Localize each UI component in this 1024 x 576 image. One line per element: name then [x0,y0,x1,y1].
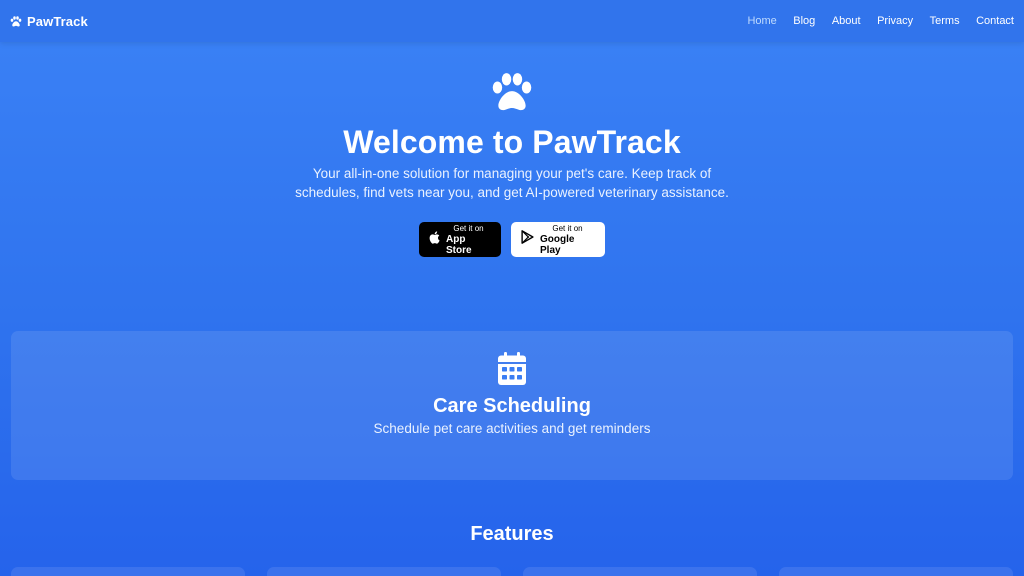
nav-link-privacy[interactable]: Privacy [877,15,913,27]
play-store-icon [521,230,534,249]
nav-link-contact[interactable]: Contact [976,15,1014,27]
calendar-icon [498,352,526,385]
app-store-text: Get it on App Store [446,223,491,256]
brand-logo[interactable]: PawTrack [10,14,88,29]
feature-card [11,567,245,576]
nav-link-terms[interactable]: Terms [930,15,960,27]
paw-icon [10,15,22,27]
nav-link-home[interactable]: Home [747,15,776,27]
feature-card [267,567,501,576]
brand-name: PawTrack [27,13,88,29]
google-play-button[interactable]: Get it on Google Play [511,222,605,257]
feature-description: Schedule pet care activities and get rem… [373,421,651,436]
feature-card [523,567,757,576]
nav-link-about[interactable]: About [832,15,861,27]
nav-links: Home Blog About Privacy Terms Contact [731,15,1014,27]
features-cards-row [11,567,1013,576]
feature-card [779,567,1013,576]
hero-title: Welcome to PawTrack [343,124,681,160]
top-navbar: PawTrack Home Blog About Privacy Terms C… [0,0,1024,42]
feature-card-care-scheduling: Care Scheduling Schedule pet care activi… [11,331,1013,480]
feature-title: Care Scheduling [433,395,591,417]
nav-link-blog[interactable]: Blog [793,15,815,27]
store-buttons: Get it on App Store Get it on Google Pla… [419,222,605,257]
paw-icon [490,72,534,112]
google-play-text: Get it on Google Play [540,223,595,256]
features-heading: Features [470,523,554,545]
hero-section: Welcome to PawTrack Your all-in-one solu… [0,72,1024,257]
apple-icon [429,230,440,249]
google-play-big: Google Play [540,234,575,256]
app-store-button[interactable]: Get it on App Store [419,222,501,257]
hero-subtitle: Your all-in-one solution for managing yo… [295,166,729,200]
app-store-big: App Store [446,234,472,256]
app-store-small: Get it on [453,224,484,233]
google-play-small: Get it on [552,224,583,233]
